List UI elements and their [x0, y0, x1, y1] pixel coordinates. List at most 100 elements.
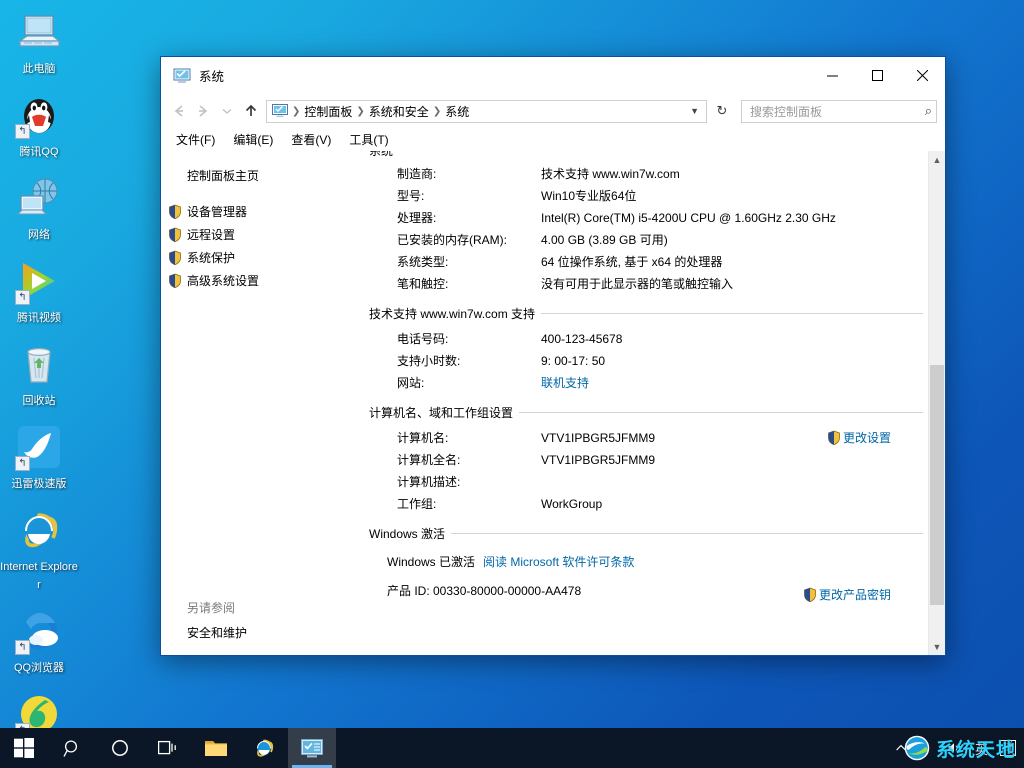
breadcrumb-item-system[interactable]: 系统	[442, 103, 472, 120]
table-row: 电话号码: 400-123-45678	[369, 328, 923, 350]
sidebar-item-control-panel-home[interactable]: 控制面板主页	[161, 165, 369, 186]
row-key: 笔和触控:	[369, 276, 541, 292]
row-key: 计算机名:	[369, 430, 541, 446]
desktop-icon-this-pc[interactable]: 此电脑	[0, 4, 78, 79]
system-monitor-icon	[301, 739, 323, 758]
address-dropdown-icon[interactable]: ▼	[685, 106, 704, 116]
menu-view[interactable]: 查看(V)	[282, 128, 340, 151]
desktop-icon-label: 迅雷极速版	[12, 478, 67, 490]
scroll-down-button[interactable]: ▼	[929, 638, 945, 655]
search-control-panel-box[interactable]: 搜索控制面板 ⌕	[741, 100, 937, 123]
scrollbar-track[interactable]	[929, 168, 945, 638]
window-control-buttons	[810, 57, 945, 95]
content-pane: 系统 制造商: 技术支持 www.win7w.com 型号: Win10专业版6…	[369, 151, 945, 655]
desktop-icon-internet-explorer[interactable]: Internet Explorer	[0, 502, 78, 595]
content-scrollbar[interactable]: ▲ ▼	[928, 151, 945, 655]
back-button[interactable]	[167, 99, 191, 123]
shortcut-arrow-icon: ↰	[15, 640, 30, 655]
table-row: 处理器: Intel(R) Core(TM) i5-4200U CPU @ 1.…	[369, 207, 923, 229]
scroll-up-button[interactable]: ▲	[929, 151, 945, 168]
desktop-icon-label: 网络	[28, 229, 50, 241]
search-input[interactable]: 搜索控制面板	[750, 103, 925, 120]
desktop-icon-tencent-video[interactable]: ↰ 腾讯视频	[0, 253, 78, 328]
desktop-icon-recycle-bin[interactable]: 回收站	[0, 336, 78, 411]
change-product-key-action[interactable]: 更改产品密钥	[803, 586, 891, 603]
section-title: Windows 激活	[369, 525, 451, 542]
section-rule	[451, 533, 923, 534]
recycle-bin-icon	[15, 340, 63, 388]
row-key: 系统类型:	[369, 254, 541, 270]
shortcut-arrow-icon: ↰	[15, 456, 30, 471]
breadcrumb-item-system-and-security[interactable]: 系统和安全	[366, 103, 432, 120]
desktop-icon-thunder[interactable]: ↰ 迅雷极速版	[0, 419, 78, 494]
section-rule	[541, 313, 923, 314]
start-button[interactable]	[0, 728, 48, 768]
online-support-link[interactable]: 联机支持	[541, 376, 589, 390]
sidebar-item-security-and-maintenance[interactable]: 安全和维护	[161, 622, 369, 643]
change-settings-action[interactable]: 更改设置	[827, 429, 891, 446]
section-rule	[519, 412, 923, 413]
breadcrumb-separator: ❯	[355, 106, 365, 117]
row-key: 已安装的内存(RAM):	[369, 232, 541, 248]
section-header-activation: Windows 激活	[369, 525, 923, 542]
desktop-icon-network[interactable]: 网络	[0, 170, 78, 245]
section-support: 技术支持 www.win7w.com 支持 电话号码: 400-123-4567…	[369, 305, 923, 394]
breadcrumb-item-control-panel[interactable]: 控制面板	[301, 103, 355, 120]
refresh-button[interactable]: ↻	[711, 100, 733, 123]
row-key: 电话号码:	[369, 331, 541, 347]
menu-tools[interactable]: 工具(T)	[340, 128, 397, 151]
shortcut-arrow-icon: ↰	[15, 290, 30, 305]
up-one-level-button[interactable]	[239, 99, 263, 123]
product-id: 产品 ID: 00330-80000-00000-AA478	[369, 583, 581, 599]
search-button[interactable]	[48, 728, 96, 768]
file-explorer-button[interactable]	[192, 728, 240, 768]
tencent-video-icon: ↰	[15, 257, 63, 305]
breadcrumb-separator: ❯	[291, 106, 301, 117]
row-value	[541, 474, 923, 490]
sidebar-item-label: 设备管理器	[187, 203, 247, 220]
row-key: 型号:	[369, 188, 541, 204]
scrollbar-thumb[interactable]	[930, 365, 944, 605]
this-pc-icon	[15, 8, 63, 56]
row-value: 9: 00-17: 50	[541, 353, 923, 369]
see-also-label: 另请参阅	[161, 597, 369, 622]
taskbar: 英 拼 系统天地	[0, 728, 1024, 768]
desktop-icon-label: 腾讯QQ	[19, 146, 58, 158]
desktop-icon-tencent-qq[interactable]: ↰ 腾讯QQ	[0, 87, 78, 162]
content-scroll-area: 系统 制造商: 技术支持 www.win7w.com 型号: Win10专业版6…	[369, 151, 945, 655]
system-control-panel-window: 系统	[160, 56, 946, 656]
sidebar: 控制面板主页 设备管理器 远程设置	[161, 151, 369, 655]
license-terms-link[interactable]: 阅读 Microsoft 软件许可条款	[483, 554, 634, 570]
row-value: 4.00 GB (3.89 GB 可用)	[541, 232, 923, 248]
forward-button[interactable]	[191, 99, 215, 123]
sidebar-item-remote-settings[interactable]: 远程设置	[161, 223, 369, 246]
desktop-icon-label: 此电脑	[23, 63, 56, 75]
maximize-button[interactable]	[855, 57, 900, 95]
close-button[interactable]	[900, 57, 945, 95]
row-value: 技术支持 www.win7w.com	[541, 166, 923, 182]
recent-locations-button[interactable]	[215, 99, 239, 123]
row-value: Intel(R) Core(TM) i5-4200U CPU @ 1.60GHz…	[541, 210, 923, 226]
menu-edit[interactable]: 编辑(E)	[224, 128, 282, 151]
table-row: 已安装的内存(RAM): 4.00 GB (3.89 GB 可用)	[369, 229, 923, 251]
internet-explorer-button[interactable]	[240, 728, 288, 768]
sidebar-item-label: 远程设置	[187, 226, 235, 243]
task-view-icon	[158, 739, 178, 757]
row-value: 没有可用于此显示器的笔或触控输入	[541, 276, 923, 292]
minimize-button[interactable]	[810, 57, 855, 95]
uac-shield-icon	[168, 250, 182, 265]
menu-file[interactable]: 文件(F)	[167, 128, 224, 151]
cortana-button[interactable]	[96, 728, 144, 768]
task-view-button[interactable]	[144, 728, 192, 768]
sidebar-item-advanced-system-settings[interactable]: 高级系统设置	[161, 269, 369, 292]
row-key: 处理器:	[369, 210, 541, 226]
desktop-icon-qq-browser[interactable]: ↰ QQ浏览器	[0, 603, 78, 678]
address-bar[interactable]: ❯ 控制面板 ❯ 系统和安全 ❯ 系统 ▼	[266, 100, 707, 123]
system-window-button[interactable]	[288, 728, 336, 768]
breadcrumb-separator: ❯	[432, 106, 442, 117]
desktop-icon-label: Internet Explorer	[0, 561, 78, 591]
sidebar-item-device-manager[interactable]: 设备管理器	[161, 200, 369, 223]
address-monitor-icon	[272, 104, 288, 118]
sidebar-see-also: 另请参阅 安全和维护	[161, 597, 369, 643]
sidebar-item-system-protection[interactable]: 系统保护	[161, 246, 369, 269]
